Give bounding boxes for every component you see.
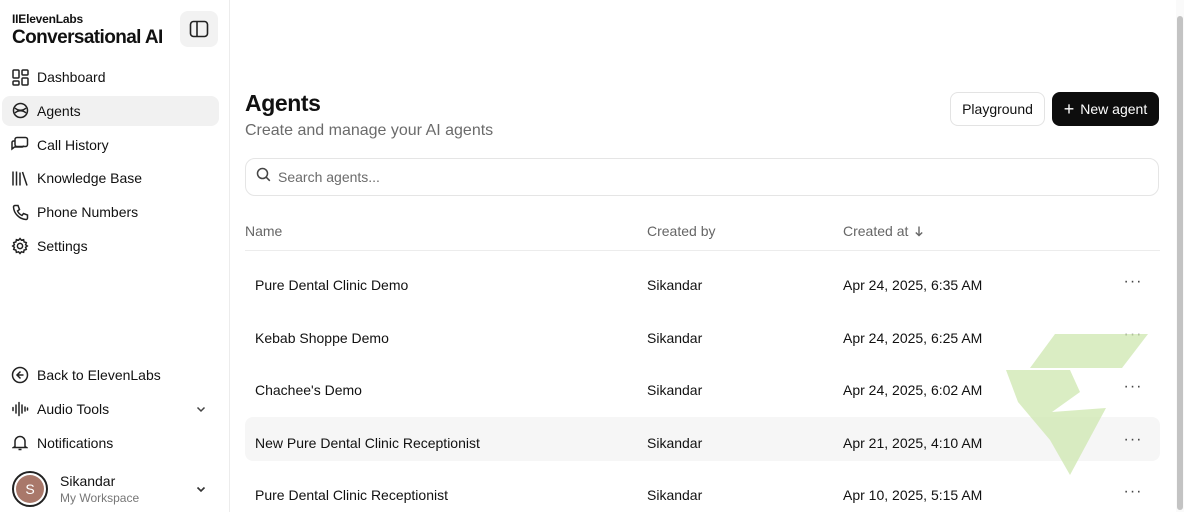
brand-small-text: IIElevenLabs [12, 12, 83, 26]
column-header-created-by[interactable]: Created by [647, 223, 715, 239]
agent-created-by: Sikandar [647, 382, 703, 398]
sidebar-toggle-button[interactable] [180, 11, 218, 47]
back-to-elevenlabs-link[interactable]: Back to ElevenLabs [2, 360, 219, 390]
agent-created-by: Sikandar [647, 487, 703, 503]
agent-created-by: Sikandar [647, 434, 703, 451]
search-box[interactable] [245, 158, 1159, 196]
scrollbar-thumb[interactable] [1177, 16, 1183, 510]
notifications-label: Notifications [37, 434, 114, 451]
sidebar-item-settings[interactable]: Settings [2, 231, 219, 261]
arrow-left-circle-icon [11, 366, 29, 384]
bell-icon [11, 434, 29, 452]
page-subtitle: Create and manage your AI agents [245, 122, 494, 139]
playground-label: Playground [962, 101, 1033, 117]
scrollbar[interactable] [1176, 0, 1184, 512]
sort-descending-icon [915, 226, 924, 237]
agent-created-at: Apr 21, 2025, 4:10 AM [843, 434, 983, 451]
audio-tools-menu[interactable]: Audio Tools [2, 394, 219, 424]
knowledge-base-icon [11, 169, 29, 187]
sidebar-item-label: Dashboard [37, 69, 106, 85]
sidebar-item-label: Call History [37, 136, 109, 153]
agent-created-at: Apr 24, 2025, 6:02 AM [843, 382, 983, 398]
main-nav: Dashboard Agents Call History Knowledge … [2, 62, 219, 265]
more-options-icon[interactable]: ··· [1123, 482, 1143, 502]
sidebar-item-agents[interactable]: Agents [2, 95, 219, 126]
agent-created-at: Apr 24, 2025, 6:25 AM [843, 329, 983, 346]
table-header: Name Created by Created at [245, 213, 1160, 251]
chevron-down-icon [195, 482, 207, 500]
agent-name: Kebab Shoppe Demo [255, 329, 389, 346]
audio-waveform-icon [11, 400, 29, 418]
playground-button[interactable]: Playground [950, 92, 1045, 126]
column-header-name[interactable]: Name [245, 223, 282, 239]
sidebar-item-label: Knowledge Base [37, 170, 143, 187]
gear-icon [11, 237, 29, 255]
agent-created-by: Sikandar [647, 277, 703, 293]
sidebar-item-label: Settings [37, 237, 88, 254]
agent-name: Chachee's Demo [255, 382, 362, 398]
agent-created-by: Sikandar [647, 329, 703, 346]
user-name: Sikandar [60, 473, 116, 489]
sidebar-item-knowledge-base[interactable]: Knowledge Base [2, 163, 219, 193]
call-history-icon [11, 136, 29, 154]
column-header-created-at[interactable]: Created at [843, 223, 924, 239]
agents-icon [11, 102, 29, 120]
audio-tools-label: Audio Tools [37, 400, 110, 417]
sidebar-item-label: Phone Numbers [37, 204, 139, 221]
agent-name: Pure Dental Clinic Receptionist [255, 487, 448, 503]
page-title: Agents [245, 90, 321, 116]
avatar: S [12, 471, 48, 507]
more-options-icon[interactable]: ··· [1123, 272, 1143, 292]
watermark-logo-icon [1006, 334, 1148, 475]
sidebar-item-dashboard[interactable]: Dashboard [2, 62, 219, 92]
bottom-nav: Back to ElevenLabs Audio Tools Notificat… [2, 360, 219, 461]
back-label: Back to ElevenLabs [37, 367, 161, 383]
brand-product-name: Conversational AI [12, 27, 163, 48]
sidebar-panel-icon [189, 20, 209, 38]
phone-icon [11, 203, 29, 221]
brand-logo[interactable]: IIElevenLabs Conversational AI [12, 12, 163, 49]
agent-name: Pure Dental Clinic Demo [255, 277, 409, 293]
sidebar-item-phone-numbers[interactable]: Phone Numbers [2, 197, 219, 227]
chevron-down-icon [195, 402, 207, 418]
new-agent-label: New agent [1080, 101, 1148, 117]
notifications-link[interactable]: Notifications [2, 428, 219, 458]
created-at-label: Created at [843, 223, 909, 239]
agent-name: New Pure Dental Clinic Receptionist [255, 434, 480, 451]
avatar-initial: S [16, 475, 44, 503]
search-input[interactable] [278, 169, 1138, 185]
agent-created-at: Apr 10, 2025, 5:15 AM [843, 487, 983, 503]
sidebar-item-call-history[interactable]: Call History [2, 130, 219, 160]
user-menu[interactable]: S Sikandar My Workspace [12, 470, 217, 508]
sidebar: IIElevenLabs Conversational AI Dashboard… [0, 0, 230, 512]
dashboard-icon [11, 68, 29, 86]
table-row[interactable]: Pure Dental Clinic Demo Sikandar Apr 24,… [245, 259, 1160, 303]
new-agent-button[interactable]: + New agent [1052, 92, 1159, 126]
search-icon [256, 167, 271, 187]
sidebar-item-label: Agents [37, 102, 81, 119]
plus-icon: + [1063, 99, 1075, 119]
workspace-name: My Workspace [60, 491, 140, 505]
agent-created-at: Apr 24, 2025, 6:35 AM [843, 277, 983, 293]
